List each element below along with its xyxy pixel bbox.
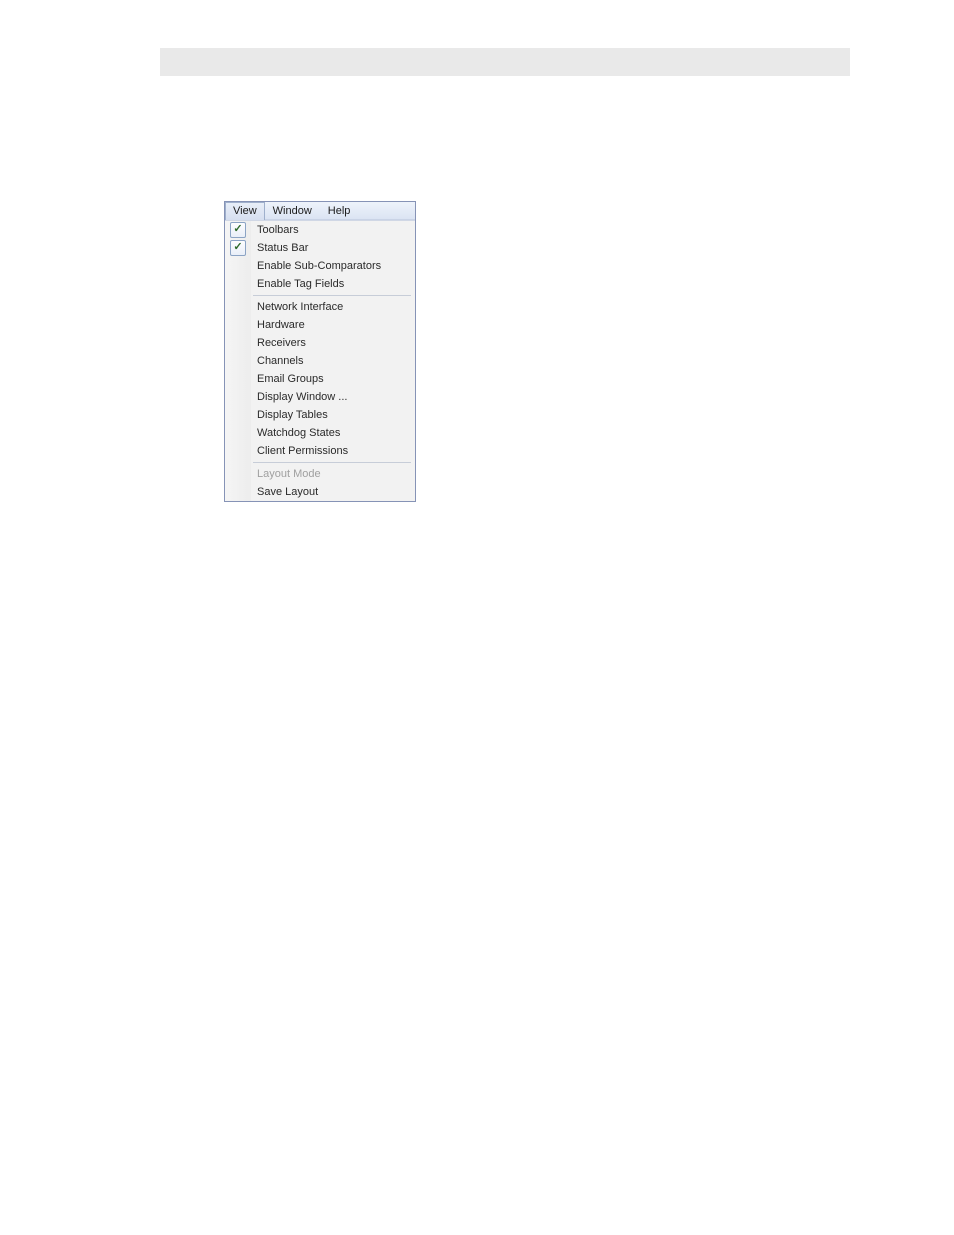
- menu-email-groups[interactable]: Email Groups: [225, 370, 415, 388]
- menu-status-bar[interactable]: ✓ Status Bar: [225, 239, 415, 257]
- menu-label: Enable Tag Fields: [251, 275, 415, 293]
- menu-receivers[interactable]: Receivers: [225, 334, 415, 352]
- menubar: View Window Help: [225, 202, 415, 220]
- check-column: [225, 352, 251, 370]
- menu-label: Client Permissions: [251, 442, 415, 460]
- menu-label: Save Layout: [251, 483, 415, 501]
- check-column: [225, 257, 251, 275]
- menu-label: Email Groups: [251, 370, 415, 388]
- menu-label: Channels: [251, 352, 415, 370]
- check-column: [225, 370, 251, 388]
- menubar-window[interactable]: Window: [265, 202, 320, 220]
- menu-enable-tag-fields[interactable]: Enable Tag Fields: [225, 275, 415, 293]
- menu-label: Receivers: [251, 334, 415, 352]
- check-icon: ✓: [233, 224, 242, 235]
- menu-label: Display Window ...: [251, 388, 415, 406]
- view-menu-window: View Window Help ✓ Toolbars ✓ Status Bar…: [224, 201, 416, 502]
- menu-display-window[interactable]: Display Window ...: [225, 388, 415, 406]
- menu-enable-sub-comparators[interactable]: Enable Sub-Comparators: [225, 257, 415, 275]
- menu-label: Layout Mode: [251, 465, 415, 483]
- menu-toolbars[interactable]: ✓ Toolbars: [225, 221, 415, 239]
- menu-label: Toolbars: [251, 221, 415, 239]
- check-column: [225, 406, 251, 424]
- checked-box: ✓: [230, 222, 246, 238]
- menu-watchdog-states[interactable]: Watchdog States: [225, 424, 415, 442]
- check-column: [225, 465, 251, 483]
- check-column: ✓: [225, 221, 251, 239]
- menu-label: Display Tables: [251, 406, 415, 424]
- checked-box: ✓: [230, 240, 246, 256]
- menu-display-tables[interactable]: Display Tables: [225, 406, 415, 424]
- menu-label: Network Interface: [251, 298, 415, 316]
- menu-layout-mode: Layout Mode: [225, 465, 415, 483]
- menu-save-layout[interactable]: Save Layout: [225, 483, 415, 501]
- menu-label: Watchdog States: [251, 424, 415, 442]
- check-column: [225, 275, 251, 293]
- menu-label: Status Bar: [251, 239, 415, 257]
- menu-hardware[interactable]: Hardware: [225, 316, 415, 334]
- menubar-view[interactable]: View: [225, 202, 265, 220]
- check-column: [225, 334, 251, 352]
- check-column: [225, 388, 251, 406]
- menu-channels[interactable]: Channels: [225, 352, 415, 370]
- check-column: [225, 316, 251, 334]
- check-column: [225, 483, 251, 501]
- menu-label: Hardware: [251, 316, 415, 334]
- check-column: [225, 442, 251, 460]
- menubar-help[interactable]: Help: [320, 202, 359, 220]
- menu-client-permissions[interactable]: Client Permissions: [225, 442, 415, 460]
- check-column: [225, 298, 251, 316]
- check-column: ✓: [225, 239, 251, 257]
- menu-network-interface[interactable]: Network Interface: [225, 298, 415, 316]
- view-dropdown: ✓ Toolbars ✓ Status Bar Enable Sub-Compa…: [225, 220, 415, 501]
- menu-label: Enable Sub-Comparators: [251, 257, 415, 275]
- check-column: [225, 424, 251, 442]
- page-header-stripe: [160, 48, 850, 76]
- check-icon: ✓: [233, 242, 242, 253]
